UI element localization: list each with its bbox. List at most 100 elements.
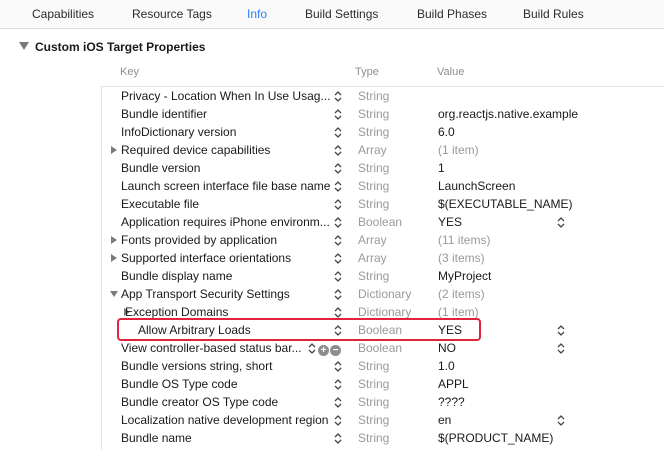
disclosure-triangle-icon[interactable]: [19, 42, 29, 50]
key-stepper-icon[interactable]: [334, 432, 342, 445]
row-type[interactable]: String: [358, 377, 389, 391]
disclosure-triangle-icon[interactable]: [111, 236, 117, 244]
key-stepper-icon[interactable]: [334, 378, 342, 391]
tab-build-settings[interactable]: Build Settings: [305, 7, 378, 21]
tab-resource-tags[interactable]: Resource Tags: [132, 7, 212, 21]
value-stepper-icon[interactable]: [557, 414, 565, 430]
add-icon[interactable]: +: [318, 345, 329, 356]
key-stepper-icon[interactable]: [334, 414, 342, 427]
row-type[interactable]: String: [358, 161, 389, 175]
table-row[interactable]: Bundle display name String MyProject: [102, 267, 664, 285]
key-stepper-icon[interactable]: [334, 180, 342, 193]
key-stepper-icon[interactable]: [334, 396, 342, 409]
row-type[interactable]: String: [358, 413, 389, 427]
key-stepper-icon[interactable]: [334, 144, 342, 157]
key-stepper-icon[interactable]: [334, 162, 342, 175]
key-stepper-icon[interactable]: [334, 108, 342, 121]
row-type[interactable]: String: [358, 431, 389, 445]
key-stepper-icon[interactable]: [334, 126, 342, 139]
row-type[interactable]: String: [358, 197, 389, 211]
table-row[interactable]: Supported interface orientations Array (…: [102, 249, 664, 267]
row-type[interactable]: String: [358, 269, 389, 283]
column-header-key[interactable]: Key: [120, 66, 139, 78]
column-header-value[interactable]: Value: [437, 66, 464, 78]
table-row[interactable]: Privacy - Location When In Use Usag... S…: [102, 87, 664, 105]
table-row[interactable]: Localization native development region S…: [102, 411, 664, 429]
section-header[interactable]: Custom iOS Target Properties: [19, 40, 205, 56]
row-value[interactable]: $(EXECUTABLE_NAME): [438, 197, 656, 211]
column-header-type[interactable]: Type: [355, 66, 379, 78]
row-value[interactable]: YES: [438, 215, 656, 229]
row-value[interactable]: APPL: [438, 377, 656, 391]
value-stepper-icon[interactable]: [557, 342, 565, 358]
key-stepper-icon[interactable]: [334, 90, 342, 103]
key-stepper-icon[interactable]: [334, 324, 342, 337]
row-value[interactable]: 6.0: [438, 125, 656, 139]
row-type[interactable]: Dictionary: [358, 305, 411, 319]
row-type[interactable]: Array: [358, 233, 387, 247]
row-key: Required device capabilities: [121, 143, 271, 157]
tab-bar: Capabilities Resource Tags Info Build Se…: [0, 0, 664, 29]
value-stepper-icon[interactable]: [557, 324, 565, 340]
table-row[interactable]: InfoDictionary version String 6.0: [102, 123, 664, 141]
table-row[interactable]: Executable file String $(EXECUTABLE_NAME…: [102, 195, 664, 213]
key-stepper-icon[interactable]: [334, 270, 342, 283]
tab-build-phases[interactable]: Build Phases: [417, 7, 487, 21]
table-row[interactable]: Bundle creator OS Type code String ????: [102, 393, 664, 411]
row-value[interactable]: YES: [438, 323, 656, 337]
row-type[interactable]: Array: [358, 251, 387, 265]
key-stepper-icon[interactable]: [334, 216, 342, 229]
tab-build-rules[interactable]: Build Rules: [523, 7, 584, 21]
table-row[interactable]: Bundle identifier String org.reactjs.nat…: [102, 105, 664, 123]
row-value[interactable]: LaunchScreen: [438, 179, 656, 193]
table-row[interactable]: Launch screen interface file base name S…: [102, 177, 664, 195]
disclosure-triangle-icon[interactable]: [110, 291, 118, 297]
table-row[interactable]: Application requires iPhone environm... …: [102, 213, 664, 231]
row-type[interactable]: String: [358, 359, 389, 373]
remove-icon[interactable]: −: [330, 345, 341, 356]
table-row[interactable]: Exception Domains Dictionary (1 item): [102, 303, 664, 321]
row-key: Bundle versions string, short: [121, 359, 273, 373]
row-type[interactable]: Boolean: [358, 341, 402, 355]
row-type[interactable]: Dictionary: [358, 287, 411, 301]
table-row[interactable]: Bundle OS Type code String APPL: [102, 375, 664, 393]
row-value[interactable]: ????: [438, 395, 656, 409]
row-type[interactable]: Boolean: [358, 323, 402, 337]
table-row[interactable]: Bundle versions string, short String 1.0: [102, 357, 664, 375]
properties-table: Privacy - Location When In Use Usag... S…: [101, 86, 664, 450]
add-remove-controls: + −: [318, 342, 342, 356]
row-value[interactable]: en: [438, 413, 656, 427]
row-value[interactable]: NO: [438, 341, 656, 355]
table-row[interactable]: App Transport Security Settings Dictiona…: [102, 285, 664, 303]
row-type[interactable]: String: [358, 395, 389, 409]
key-stepper-icon[interactable]: [334, 306, 342, 319]
row-value[interactable]: org.reactjs.native.example: [438, 107, 656, 121]
key-stepper-icon[interactable]: [334, 234, 342, 247]
tab-info[interactable]: Info: [247, 7, 267, 21]
key-stepper-icon[interactable]: [334, 288, 342, 301]
key-stepper-icon[interactable]: [308, 342, 316, 355]
table-row[interactable]: Required device capabilities Array (1 it…: [102, 141, 664, 159]
row-type[interactable]: String: [358, 107, 389, 121]
table-row[interactable]: Fonts provided by application Array (11 …: [102, 231, 664, 249]
key-stepper-icon[interactable]: [334, 198, 342, 211]
disclosure-triangle-icon[interactable]: [111, 254, 117, 262]
row-type[interactable]: Boolean: [358, 215, 402, 229]
key-stepper-icon[interactable]: [334, 252, 342, 265]
value-stepper-icon[interactable]: [557, 216, 565, 232]
table-row-allow-arbitrary-loads[interactable]: Allow Arbitrary Loads Boolean YES: [102, 321, 664, 339]
disclosure-triangle-icon[interactable]: [111, 146, 117, 154]
table-row[interactable]: Bundle name String $(PRODUCT_NAME): [102, 429, 664, 447]
table-row[interactable]: Bundle version String 1: [102, 159, 664, 177]
row-type[interactable]: String: [358, 179, 389, 193]
row-type[interactable]: Array: [358, 143, 387, 157]
row-type[interactable]: String: [358, 125, 389, 139]
row-value[interactable]: 1.0: [438, 359, 656, 373]
row-value[interactable]: 1: [438, 161, 656, 175]
key-stepper-icon[interactable]: [334, 360, 342, 373]
row-value[interactable]: MyProject: [438, 269, 656, 283]
row-value[interactable]: $(PRODUCT_NAME): [438, 431, 656, 445]
row-type[interactable]: String: [358, 89, 389, 103]
tab-capabilities[interactable]: Capabilities: [32, 7, 94, 21]
table-row[interactable]: View controller-based status bar... + − B…: [102, 339, 664, 357]
